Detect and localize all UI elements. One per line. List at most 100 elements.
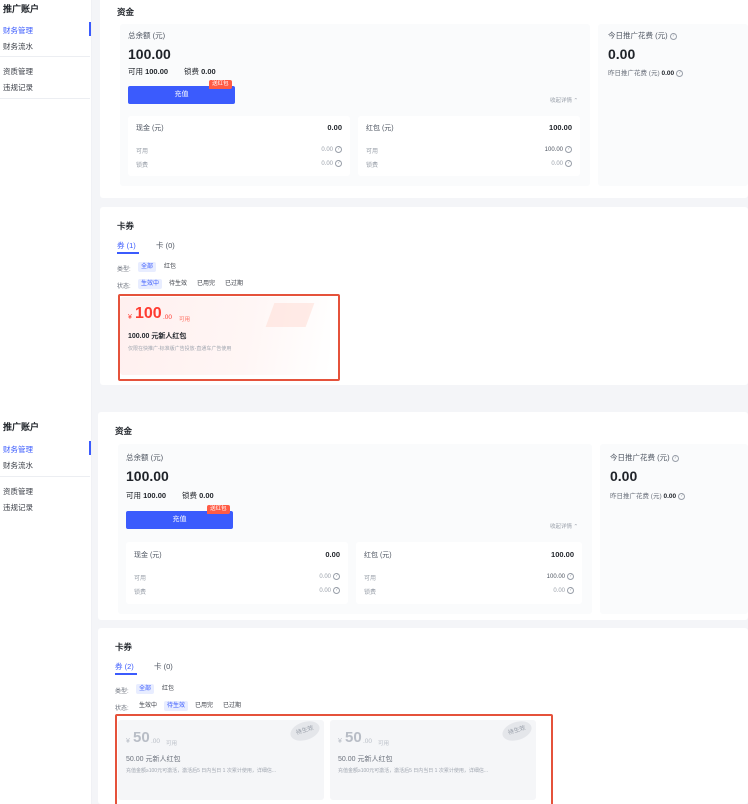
coupon-cents: .00 (363, 738, 373, 745)
today-spend: 今日推广花费 (元)? (610, 452, 679, 463)
cash-available-value: 0.00? (319, 573, 340, 580)
redpacket-available-amount: 100.00 (546, 574, 565, 581)
available-balance: 可用 100.00 (126, 490, 166, 501)
cash-card: 现金 (元) 0.00 可用 0.00? 锁费 0.00? (128, 116, 350, 176)
status-filter-active[interactable]: 生效中 (136, 701, 160, 711)
status-filter-active[interactable]: 生效中 (138, 279, 163, 289)
status-filter-pending[interactable]: 待生效 (166, 279, 190, 289)
coupon-item[interactable]: ¥ 50 .00 可用 50.00 元新人红包 充值金额≥100元可激活，激活后… (118, 720, 324, 800)
coupon-item[interactable]: ¥ 100 .00 可用 100.00 元新人红包 仅限在快推广-标准版广告投放… (120, 297, 330, 375)
redpacket-card: 红包 (元) 100.00 可用 100.00? 锁费 0.00? (356, 542, 582, 604)
type-filter-all[interactable]: 全部 (136, 684, 155, 694)
locked-value: 0.00 (201, 67, 216, 76)
cash-value: 0.00 (327, 123, 342, 132)
tab-underline (115, 673, 137, 675)
sidebar-item-flow[interactable]: 财务流水 (3, 460, 33, 471)
today-spend: 今日推广花费 (元)? (608, 30, 677, 41)
redpacket-value: 100.00 (551, 550, 574, 559)
sidebar-item-violation[interactable]: 违规记录 (3, 502, 33, 513)
available-value: 100.00 (143, 491, 167, 500)
cash-available-amount: 0.00 (319, 574, 331, 581)
collapse-toggle[interactable]: 收起详情 ⌃ (550, 522, 578, 530)
tab-cards[interactable]: 卡 (0) (154, 661, 173, 672)
info-icon[interactable]: ? (565, 160, 572, 167)
spend-panel: 今日推广花费 (元)? 0.00 昨日推广花费 (元) 0.00? (600, 444, 748, 614)
coupons-title: 卡券 (115, 642, 133, 652)
today-spend-label: 今日推广花费 (元) (610, 453, 670, 462)
today-spend-value: 0.00 (610, 468, 638, 484)
sidebar: 推广账户 财务管理 财务流水 资质管理 违规记录 (0, 0, 92, 402)
cash-card: 现金 (元) 0.00 可用 0.00? 锁费 0.00? (126, 542, 348, 604)
coupon-item[interactable]: ¥ 50 .00 可用 50.00 元新人红包 充值金额≥100元可激活，激活后… (330, 720, 536, 800)
coupon-description: 充值金额≥100元可激活，激活后5 日内当日 1 次累计使用，详细信... (126, 768, 276, 774)
coupon-name: 100.00 元新人红包 (128, 333, 187, 340)
sidebar-item-violation[interactable]: 违规记录 (3, 82, 33, 93)
coupon-amount: 50 (345, 729, 362, 746)
sidebar-item-qualification[interactable]: 资质管理 (3, 486, 33, 497)
coupon-description: 充值金额≥100元可激活，激活后5 日内当日 1 次累计使用，详细信... (338, 768, 488, 774)
coupons-title: 卡券 (117, 221, 135, 231)
type-filter-all[interactable]: 全部 (138, 262, 157, 272)
cash-locked-amount: 0.00 (319, 588, 331, 595)
coupon-currency: ¥ (338, 738, 342, 745)
total-balance-value: 100.00 (126, 468, 169, 484)
funds-card: 资金 总余额 (元) 100.00 可用 100.00 锁费 0.00 充值 送… (100, 0, 748, 198)
coupon-amount: 100 (135, 305, 162, 322)
info-icon[interactable]: ? (567, 587, 574, 594)
cash-locked-label: 锁费 (136, 163, 149, 169)
info-icon[interactable]: ? (669, 32, 677, 40)
locked-balance: 锁费 0.00 (182, 490, 214, 501)
coupon-amount: 50 (133, 729, 150, 746)
redpacket-value: 100.00 (549, 123, 572, 132)
collapse-label: 收起详情 (550, 98, 573, 104)
redpacket-card: 红包 (元) 100.00 可用 100.00? 锁费 0.00? (358, 116, 580, 176)
type-filter-redpacket[interactable]: 红包 (161, 262, 179, 272)
info-icon[interactable]: ? (333, 587, 340, 594)
type-filter-redpacket[interactable]: 红包 (159, 684, 177, 694)
gift-badge: 送红包 (207, 505, 230, 514)
sidebar-item-qualification[interactable]: 资质管理 (3, 66, 33, 77)
sidebar-item-finance[interactable]: 财务管理 (3, 444, 33, 455)
spend-panel: 今日推广花费 (元)? 0.00 昨日推广花费 (元) 0.00? (598, 24, 748, 186)
status-filter-used[interactable]: 已用完 (194, 279, 218, 289)
redpacket-locked-value: 0.00? (551, 160, 572, 167)
coupon-currency: ¥ (128, 314, 132, 321)
status-filter-expired[interactable]: 已过期 (220, 701, 244, 711)
status-filter-pending[interactable]: 待生效 (164, 701, 189, 711)
coupon-available-tag: 可用 (179, 317, 191, 323)
funds-title: 资金 (117, 7, 135, 17)
cash-locked-amount: 0.00 (321, 161, 333, 168)
tab-cards[interactable]: 卡 (0) (156, 240, 175, 251)
redpacket-title: 红包 (元) (364, 552, 392, 559)
coupon-description: 仅限在快推广-标准版广告投放-直通车广告使用 (128, 346, 232, 352)
redpacket-available-label: 可用 (364, 576, 377, 582)
balance-panel: 总余额 (元) 100.00 可用 100.00 锁费 0.00 充值 送红包 … (118, 444, 592, 614)
info-icon[interactable]: ? (335, 160, 342, 167)
info-icon[interactable]: ? (567, 573, 574, 580)
status-filter-used[interactable]: 已用完 (192, 701, 216, 711)
available-label: 可用 (126, 491, 141, 500)
coupon-name: 50.00 元新人红包 (126, 756, 181, 763)
coupon-cents: .00 (151, 738, 161, 745)
info-icon[interactable]: ? (565, 146, 572, 153)
status-filter-label: 状态: (115, 706, 129, 712)
chevron-up-icon: ⌃ (573, 98, 579, 104)
tab-coupons[interactable]: 券 (2) (115, 661, 134, 672)
sidebar-active-indicator (89, 441, 91, 455)
locked-balance: 锁费 0.00 (184, 66, 216, 77)
tab-coupons[interactable]: 券 (1) (117, 240, 136, 251)
info-icon[interactable]: ? (671, 454, 679, 462)
info-icon[interactable]: ? (676, 69, 684, 77)
locked-value: 0.00 (199, 491, 214, 500)
collapse-toggle[interactable]: 收起详情 ⌃ (550, 96, 578, 104)
info-icon[interactable]: ? (333, 573, 340, 580)
sidebar-item-flow[interactable]: 财务流水 (3, 41, 33, 52)
status-filter-expired[interactable]: 已过期 (222, 279, 246, 289)
info-icon[interactable]: ? (335, 146, 342, 153)
available-label: 可用 (128, 67, 143, 76)
info-icon[interactable]: ? (678, 492, 686, 500)
sidebar-divider (0, 98, 90, 99)
cash-available-amount: 0.00 (321, 147, 333, 154)
cash-locked-value: 0.00? (319, 587, 340, 594)
sidebar-item-finance[interactable]: 财务管理 (3, 25, 33, 36)
